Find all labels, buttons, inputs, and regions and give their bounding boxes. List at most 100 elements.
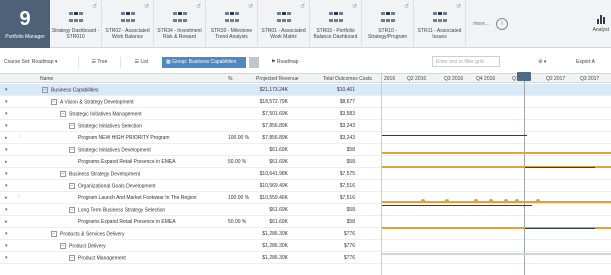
course-set-dropdown[interactable]: Course Set: Roadmap ▾ bbox=[0, 57, 78, 68]
milestone-dot[interactable] bbox=[489, 199, 493, 203]
table-row[interactable]: ▾ − Strategic Initiatives Development $61.6… bbox=[0, 144, 611, 156]
gantt-bar[interactable] bbox=[382, 253, 611, 255]
report-tab[interactable]: ↺ STR02 - Associated Work Balance bbox=[102, 0, 154, 48]
row-expander[interactable]: ▸ bbox=[5, 195, 8, 201]
row-expander[interactable]: ▾ bbox=[5, 123, 8, 129]
export-button[interactable]: Export A bbox=[572, 57, 599, 68]
row-expander[interactable]: ▾ bbox=[5, 147, 8, 153]
milestone-dot[interactable] bbox=[504, 199, 508, 203]
close-icon[interactable]: ↺ bbox=[404, 3, 409, 10]
milestone-dot[interactable] bbox=[474, 199, 478, 203]
report-tab[interactable]: ↺ STR10 - Strategy/Program bbox=[362, 0, 414, 48]
collapse-icon[interactable]: − bbox=[69, 123, 75, 129]
row-expander[interactable]: ▸ bbox=[5, 159, 8, 165]
collapse-icon[interactable]: − bbox=[69, 183, 75, 189]
collapse-icon[interactable]: − bbox=[60, 171, 66, 177]
row-projected-revenue: $61.69K bbox=[269, 159, 288, 165]
row-total-outcomes: $8,677 bbox=[339, 99, 355, 105]
grid-toolbar: Course Set: Roadmap ▾ ☰ Tree ☰ List ▦ Gr… bbox=[0, 55, 611, 69]
group-options-button[interactable] bbox=[249, 56, 259, 68]
row-name: − Strategic Initiatives Development bbox=[69, 147, 151, 154]
tree-view-button[interactable]: ☰ Tree bbox=[78, 56, 120, 68]
row-projected-revenue: $1,286.30K bbox=[262, 231, 288, 237]
row-expander[interactable]: ▾ bbox=[5, 243, 8, 249]
collapse-icon[interactable]: − bbox=[60, 111, 66, 117]
row-expander[interactable]: ▸ bbox=[5, 135, 8, 141]
table-row[interactable]: ▾ − Strategic Initiatives Selection $7,856.… bbox=[0, 120, 611, 132]
report-tab[interactable]: ↺ Strategy Dashboard - STR010 bbox=[50, 0, 102, 48]
row-name: − Business Strategy Development bbox=[60, 171, 141, 178]
milestone-dot[interactable] bbox=[421, 199, 425, 203]
row-expander[interactable]: ▾ bbox=[5, 231, 8, 237]
gantt-splitter[interactable] bbox=[381, 73, 382, 275]
roadmap-button[interactable]: ⚑ Roadmap bbox=[267, 57, 303, 68]
table-row[interactable]: ▾ − A Vision & Strategy Development $18,572… bbox=[0, 96, 611, 108]
row-name: − Business Capabilities bbox=[42, 87, 99, 94]
gantt-bar[interactable] bbox=[382, 205, 532, 206]
analyst-button[interactable]: Analyst bbox=[593, 14, 609, 33]
milestone-dot[interactable] bbox=[515, 199, 519, 203]
report-tab[interactable]: ↺ STR30 - Milestone Trend Analysis bbox=[206, 0, 258, 48]
close-icon[interactable]: ↺ bbox=[196, 3, 201, 10]
grid-filter-input[interactable]: Enter text to filter grid bbox=[432, 56, 500, 67]
row-expander[interactable]: ▾ bbox=[5, 87, 8, 93]
header-projected-revenue[interactable]: Projected Revenue bbox=[256, 76, 299, 82]
header-percent[interactable]: % bbox=[228, 76, 232, 82]
collapse-icon[interactable]: − bbox=[42, 87, 48, 93]
collapse-icon[interactable]: − bbox=[69, 147, 75, 153]
row-name: − Product Management bbox=[69, 255, 126, 262]
collapse-icon[interactable]: − bbox=[51, 99, 57, 105]
portfolio-manager-tab[interactable]: 9 Portfolio Manager bbox=[0, 0, 50, 48]
row-expander[interactable]: ▾ bbox=[5, 207, 8, 213]
milestone-dot[interactable] bbox=[536, 199, 540, 203]
info-icon[interactable]: i bbox=[496, 18, 508, 30]
row-name: − Long Term Business Strategy Selection bbox=[69, 207, 166, 214]
star-icon[interactable]: ☆ bbox=[17, 134, 21, 140]
table-row[interactable]: ▾ − Business Strategy Development $10,641.9… bbox=[0, 168, 611, 180]
table-row[interactable]: ▾ − Strategic Initiatives Management $7,501… bbox=[0, 108, 611, 120]
gantt-bar[interactable] bbox=[525, 228, 595, 229]
close-icon[interactable]: ↺ bbox=[248, 3, 253, 10]
gantt-bar[interactable] bbox=[525, 167, 595, 168]
header-name[interactable]: Name bbox=[40, 76, 53, 82]
close-icon[interactable]: ↺ bbox=[144, 3, 149, 10]
table-row[interactable]: ▾ − Products & Services Delivery $1,286.30K… bbox=[0, 228, 611, 240]
group-by-button[interactable]: ▦ Group: Business Capabilities bbox=[162, 56, 246, 68]
table-row[interactable]: ▸ ☆ Program NEW HIGH PRIORITY Program 100.0… bbox=[0, 132, 611, 144]
header-total-outcomes[interactable]: Total Outcomes Costs bbox=[323, 76, 372, 82]
gantt-bar[interactable] bbox=[382, 152, 611, 154]
row-expander[interactable]: ▾ bbox=[5, 99, 8, 105]
gantt-bar[interactable] bbox=[382, 135, 527, 136]
close-icon[interactable]: ↺ bbox=[352, 3, 357, 10]
row-expander[interactable]: ▾ bbox=[5, 255, 8, 261]
collapse-icon[interactable]: − bbox=[69, 255, 75, 261]
row-expander[interactable]: ▾ bbox=[5, 171, 8, 177]
table-row[interactable]: ▾ − Organizational Goals Development $10,56… bbox=[0, 180, 611, 192]
more-tabs-button[interactable]: more... bbox=[466, 0, 496, 48]
collapse-icon[interactable]: − bbox=[60, 243, 66, 249]
dashboard-icon bbox=[172, 12, 187, 24]
row-total-outcomes: $10,461 bbox=[336, 87, 355, 93]
report-tab[interactable]: ↺ STR34 - Investment Risk & Reward bbox=[154, 0, 206, 48]
table-row[interactable]: ▾ − Product Delivery $1,286.30K $776 bbox=[0, 240, 611, 252]
row-expander[interactable]: ▾ bbox=[5, 111, 8, 117]
collapse-icon[interactable]: − bbox=[69, 207, 75, 213]
dashboard-icon bbox=[380, 12, 395, 24]
report-tab[interactable]: ↺ STR01 - Associated Work Matrix bbox=[258, 0, 310, 48]
row-expander[interactable]: ▾ bbox=[5, 183, 8, 189]
report-tab[interactable]: ↺ STR03 - Portfolio Balance Dashboard bbox=[310, 0, 362, 48]
close-icon[interactable]: ↺ bbox=[300, 3, 305, 10]
milestone-dot[interactable] bbox=[445, 199, 449, 203]
row-expander[interactable]: ▸ bbox=[5, 219, 8, 225]
table-row[interactable]: ▾ − Business Capabilities $21,173.24K $10,46… bbox=[0, 84, 611, 96]
dashboard-icon bbox=[328, 12, 343, 24]
list-view-button[interactable]: ☰ List bbox=[120, 56, 162, 68]
collapse-icon[interactable]: − bbox=[51, 231, 57, 237]
close-icon[interactable]: ↺ bbox=[456, 3, 461, 10]
gantt-bar[interactable] bbox=[382, 201, 611, 203]
dashboard-icon bbox=[224, 12, 239, 24]
close-icon[interactable]: ↺ bbox=[92, 3, 97, 10]
report-tab[interactable]: ↺ STR11 - Associated Issues bbox=[414, 0, 466, 48]
settings-dropdown[interactable]: ⚙ ▾ bbox=[534, 57, 550, 68]
star-icon[interactable]: ☆ bbox=[17, 194, 21, 200]
